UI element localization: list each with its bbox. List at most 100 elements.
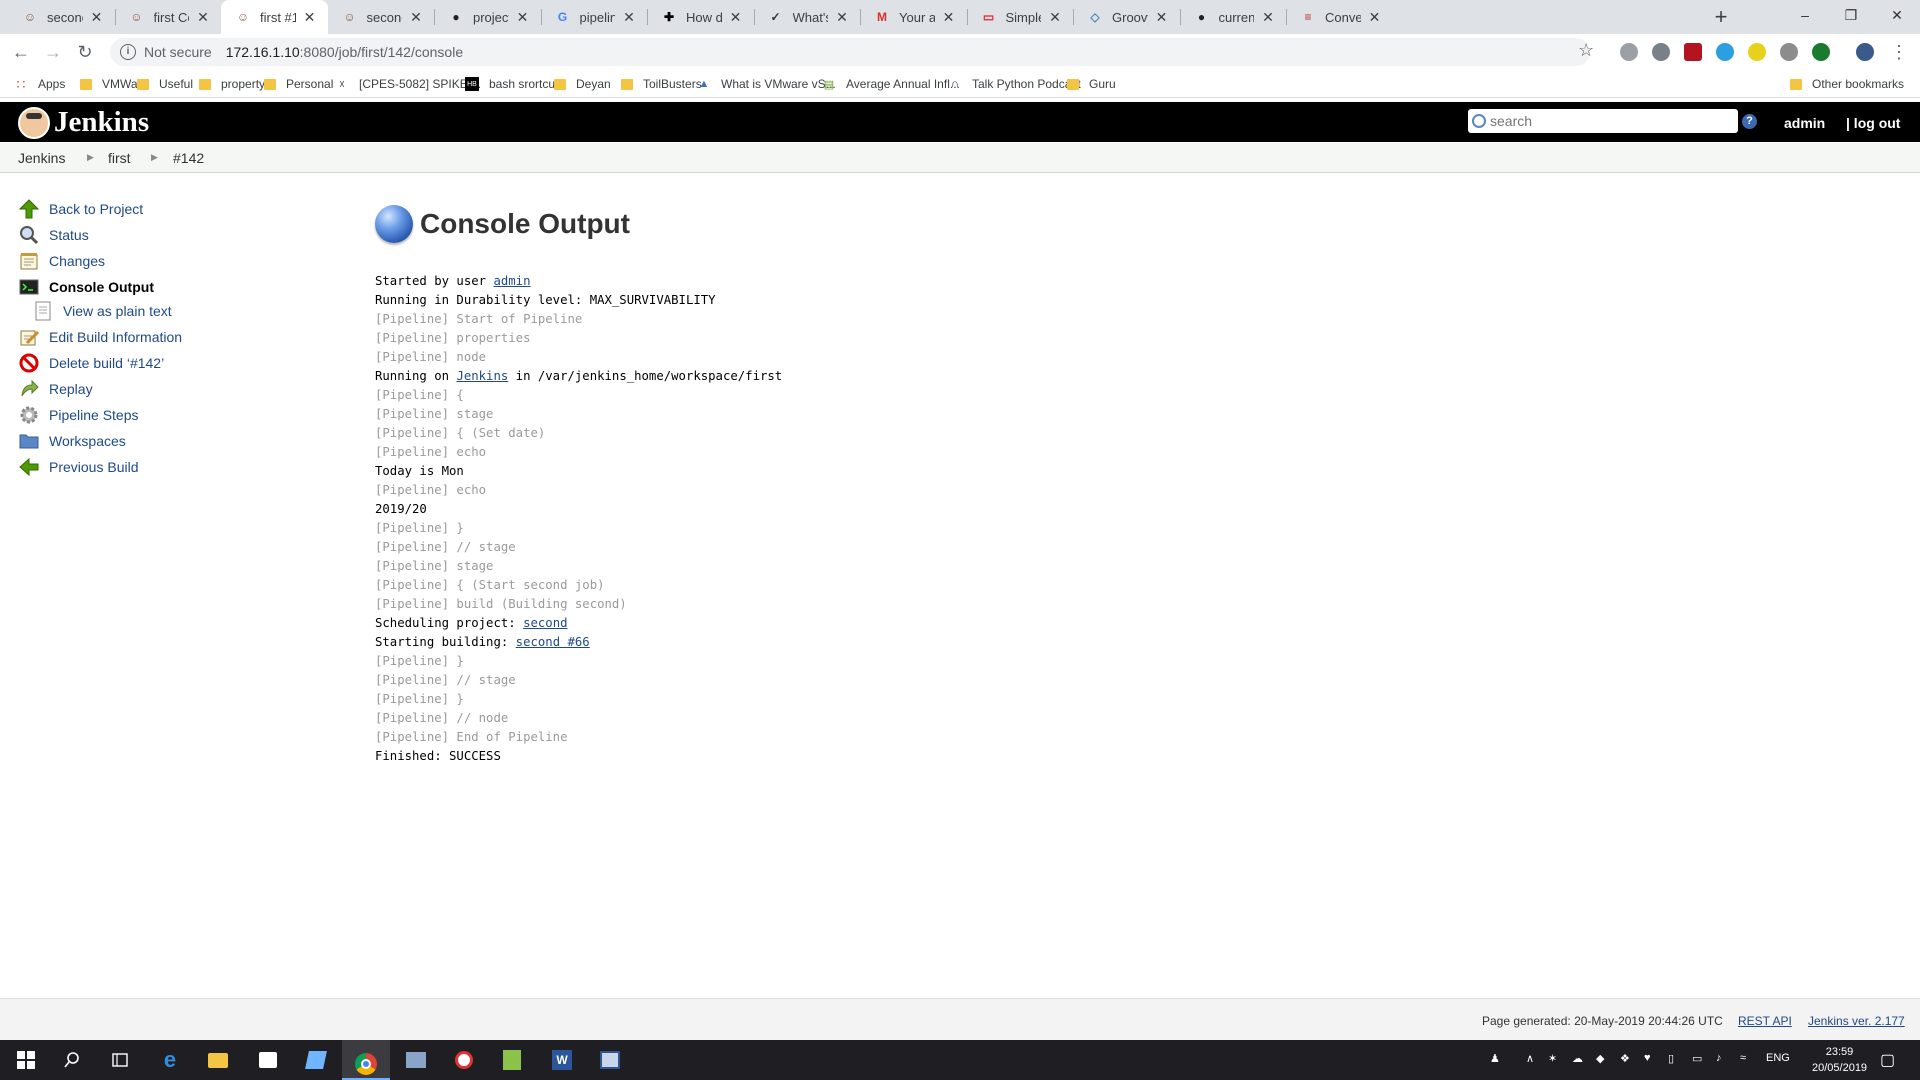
bookmark-item[interactable]: ∷ Apps bbox=[14, 75, 66, 93]
jenkins-logo[interactable]: Jenkins bbox=[18, 106, 149, 139]
close-tab-icon[interactable]: ✕ bbox=[1260, 9, 1276, 26]
browser-tab[interactable]: Gpipeline pol ✕ bbox=[541, 0, 648, 34]
sidebar-item-replay[interactable]: Replay bbox=[18, 378, 93, 400]
dropbox-icon[interactable]: ❖ bbox=[1620, 1052, 1630, 1065]
windows-start-icon[interactable] bbox=[14, 1048, 38, 1072]
sidebar-item-console-output[interactable]: Console Output bbox=[18, 276, 154, 298]
app-icon[interactable] bbox=[598, 1048, 622, 1072]
extension-icon[interactable] bbox=[1748, 43, 1766, 61]
new-tab-button[interactable]: + bbox=[1708, 4, 1734, 30]
edge-browser-icon[interactable]: e bbox=[158, 1047, 182, 1072]
browser-tab[interactable]: ☺ first #142 Co ✕ bbox=[221, 0, 328, 34]
browser-tab[interactable]: ● project-y/im ✕ bbox=[434, 0, 541, 34]
browser-tab[interactable]: ☺ second #65 ✕ bbox=[8, 0, 115, 34]
sidebar-item-workspaces[interactable]: Workspaces bbox=[18, 430, 126, 452]
tray-icon[interactable]: ▯ bbox=[1668, 1052, 1674, 1065]
help-icon[interactable]: ? bbox=[1742, 114, 1757, 129]
close-tab-icon[interactable]: ✕ bbox=[621, 9, 637, 26]
forward-arrow-icon[interactable]: → bbox=[40, 39, 66, 65]
close-tab-icon[interactable]: ✕ bbox=[408, 9, 424, 26]
bookmark-item[interactable]: ToilBusters bbox=[621, 75, 702, 93]
close-tab-icon[interactable]: ✕ bbox=[1154, 9, 1170, 26]
close-window-button[interactable]: ✕ bbox=[1874, 0, 1920, 30]
browser-tab[interactable]: ☺ first Config [✕ bbox=[115, 0, 222, 34]
profile-avatar[interactable] bbox=[1856, 43, 1874, 61]
notifications-icon[interactable]: ▢ bbox=[1880, 1050, 1895, 1070]
sidebar-item-back-to-project[interactable]: Back to Project bbox=[18, 198, 143, 220]
bookmark-item[interactable]: Other bookmarks bbox=[1790, 75, 1904, 93]
info-icon[interactable]: i bbox=[120, 44, 136, 60]
extension-icon[interactable] bbox=[1780, 43, 1798, 61]
search-icon[interactable] bbox=[60, 1048, 84, 1072]
tray-icon[interactable]: ✶ bbox=[1548, 1052, 1557, 1065]
close-tab-icon[interactable]: ✕ bbox=[515, 9, 531, 26]
extension-icon[interactable] bbox=[1716, 43, 1734, 61]
sidebar-item-view-as-plain-text[interactable]: View as plain text bbox=[32, 300, 172, 322]
extension-icon[interactable] bbox=[1812, 43, 1830, 61]
menu-kebab-icon[interactable]: ⋮ bbox=[1886, 39, 1912, 65]
notepad-plus-icon[interactable] bbox=[500, 1048, 524, 1072]
store-icon[interactable] bbox=[256, 1048, 280, 1072]
person-icon[interactable]: ♟ bbox=[1490, 1052, 1500, 1065]
breadcrumb-first[interactable]: first bbox=[108, 150, 131, 166]
close-tab-icon[interactable]: ✕ bbox=[1047, 9, 1063, 26]
bookmark-item[interactable]: Deyan bbox=[554, 75, 611, 93]
bookmark-star-icon[interactable]: ☆ bbox=[1578, 40, 1594, 61]
bookmark-item[interactable]: ☓ [CPES-5082] SPIKE:... bbox=[335, 75, 481, 93]
bookmark-item[interactable]: Personal bbox=[264, 75, 333, 93]
word-icon[interactable]: W bbox=[550, 1048, 574, 1072]
clock[interactable]: 23:59 20/05/2019 bbox=[1812, 1044, 1867, 1076]
app-icon[interactable] bbox=[404, 1048, 428, 1072]
browser-tab[interactable]: M Your applica ✕ bbox=[860, 0, 967, 34]
browser-tab[interactable]: ▭ SimpleDateF ✕ bbox=[967, 0, 1074, 34]
bookmark-item[interactable]: ▤ Average Annual Infl... bbox=[822, 75, 960, 93]
close-tab-icon[interactable]: ✕ bbox=[728, 9, 744, 26]
breadcrumb-arrow-icon[interactable]: ▶ bbox=[151, 152, 158, 163]
close-tab-icon[interactable]: ✕ bbox=[302, 9, 318, 26]
bookmark-item[interactable]: ▲ What is VMware vS... bbox=[697, 75, 836, 93]
restore-button[interactable]: ❐ bbox=[1828, 0, 1874, 30]
console-link[interactable]: Jenkins bbox=[456, 369, 508, 383]
breadcrumb-build[interactable]: #142 bbox=[173, 150, 204, 166]
browser-tab[interactable]: ◇ Groovy prev ✕ bbox=[1073, 0, 1180, 34]
console-link[interactable]: admin bbox=[493, 274, 530, 288]
browser-tab[interactable]: ≡ Convert Jen ✕ bbox=[1286, 0, 1393, 34]
close-tab-icon[interactable]: ✕ bbox=[195, 9, 211, 26]
browser-tab[interactable]: ✓ What's the C ✕ bbox=[754, 0, 861, 34]
ublock-icon[interactable] bbox=[1684, 43, 1702, 61]
file-explorer-icon[interactable] bbox=[206, 1048, 230, 1072]
rest-api-link[interactable]: REST API bbox=[1738, 1014, 1792, 1028]
reload-icon[interactable]: ↻ bbox=[72, 39, 98, 65]
sidebar-item-changes[interactable]: Changes bbox=[18, 250, 105, 272]
search-box[interactable] bbox=[1468, 109, 1738, 133]
bookmark-item[interactable]: HB bash srortcuts bbox=[465, 75, 564, 93]
chrome-taskbar-icon[interactable] bbox=[342, 1040, 390, 1080]
console-link[interactable]: second bbox=[523, 616, 567, 630]
bookmark-item[interactable]: property bbox=[199, 75, 265, 93]
sidebar-item-status[interactable]: Status bbox=[18, 224, 89, 246]
language-indicator[interactable]: ENG bbox=[1766, 1052, 1790, 1064]
minimize-button[interactable]: – bbox=[1782, 0, 1828, 30]
browser-tab[interactable]: ✚ How do I co ✕ bbox=[647, 0, 754, 34]
bookmark-item[interactable]: Guru bbox=[1067, 75, 1116, 93]
browser-tab[interactable]: ☺ second Conf ✕ bbox=[328, 0, 435, 34]
app-icon[interactable] bbox=[452, 1048, 476, 1072]
browser-tab[interactable]: ● current date ✕ bbox=[1180, 0, 1287, 34]
breadcrumb-arrow-icon[interactable]: ▶ bbox=[87, 152, 94, 163]
task-view-icon[interactable] bbox=[108, 1048, 132, 1072]
chevron-up-icon[interactable]: ∧ bbox=[1526, 1052, 1534, 1065]
app-icon[interactable] bbox=[304, 1048, 328, 1072]
jenkins-version-link[interactable]: Jenkins ver. 2.177 bbox=[1808, 1014, 1905, 1028]
sidebar-item-previous-build[interactable]: Previous Build bbox=[18, 456, 139, 478]
close-tab-icon[interactable]: ✕ bbox=[1367, 9, 1383, 26]
sidebar-item-delete-build-142[interactable]: Delete build ‘#142’ bbox=[18, 352, 164, 374]
close-tab-icon[interactable]: ✕ bbox=[941, 9, 957, 26]
logout-link[interactable]: | log out bbox=[1846, 115, 1900, 131]
bookmark-item[interactable]: ∩ Talk Python Podcast bbox=[948, 75, 1081, 93]
tray-icon[interactable]: ◆ bbox=[1596, 1052, 1604, 1065]
back-arrow-icon[interactable]: ← bbox=[8, 39, 34, 65]
extension-icon[interactable] bbox=[1620, 43, 1638, 61]
close-tab-icon[interactable]: ✕ bbox=[89, 9, 105, 26]
search-input[interactable] bbox=[1490, 113, 1730, 129]
sidebar-item-edit-build-information[interactable]: Edit Build Information bbox=[18, 326, 182, 348]
